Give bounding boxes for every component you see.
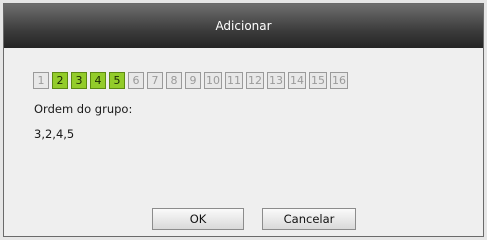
channel-13-toggle[interactable]: 13 xyxy=(267,72,285,89)
channel-1-toggle[interactable]: 1 xyxy=(33,72,49,89)
channel-7-toggle[interactable]: 7 xyxy=(147,72,163,89)
channel-11-toggle[interactable]: 11 xyxy=(225,72,243,89)
channel-16-toggle[interactable]: 16 xyxy=(330,72,348,89)
channel-6-toggle[interactable]: 6 xyxy=(128,72,144,89)
dialog-title: Adicionar xyxy=(4,4,483,48)
channel-2-toggle[interactable]: 2 xyxy=(52,72,68,89)
channel-14-toggle[interactable]: 14 xyxy=(288,72,306,89)
channel-8-toggle[interactable]: 8 xyxy=(166,72,182,89)
channel-4-toggle[interactable]: 4 xyxy=(90,72,106,89)
channel-12-toggle[interactable]: 12 xyxy=(246,72,264,89)
channel-10-toggle[interactable]: 10 xyxy=(204,72,222,89)
channel-15-toggle[interactable]: 15 xyxy=(309,72,327,89)
group-order-label: Ordem do grupo: xyxy=(34,102,133,116)
add-dialog: Adicionar 1 2 3 4 5 6 7 8 9 10 11 12 13 … xyxy=(3,3,484,237)
channel-3-toggle[interactable]: 3 xyxy=(71,72,87,89)
channel-5-toggle[interactable]: 5 xyxy=(109,72,125,89)
channel-selector: 1 2 3 4 5 6 7 8 9 10 11 12 13 14 15 16 xyxy=(33,72,348,90)
cancel-button[interactable]: Cancelar xyxy=(262,208,356,230)
channel-9-toggle[interactable]: 9 xyxy=(185,72,201,89)
group-order-value: 3,2,4,5 xyxy=(34,127,75,141)
ok-button[interactable]: OK xyxy=(152,208,244,230)
